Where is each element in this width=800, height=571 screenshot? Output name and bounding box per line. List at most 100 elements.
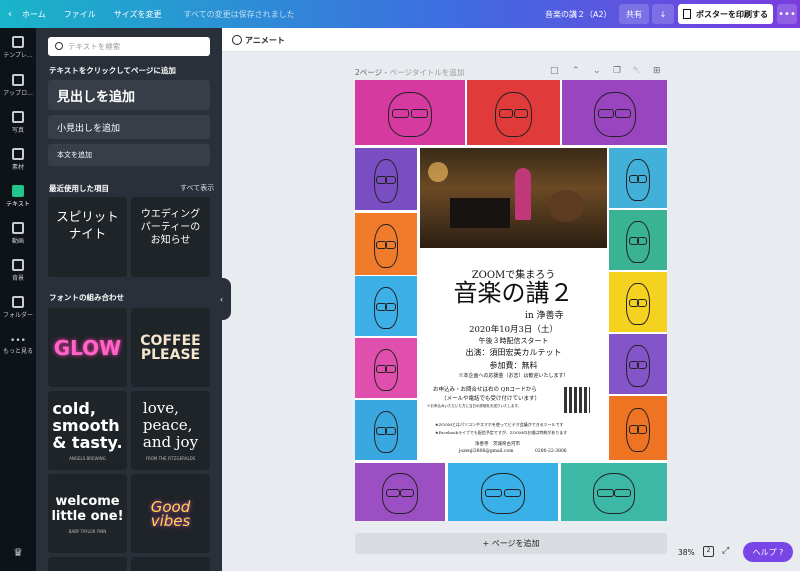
search-icon: [55, 42, 63, 50]
folder-icon: [12, 296, 24, 308]
love-text: love, peace, and joy: [142, 399, 199, 451]
chevron-left-icon[interactable]: ‹: [8, 9, 22, 20]
print-poster-button[interactable]: ポスターを印刷する: [678, 4, 773, 24]
portrait-tile: [609, 272, 667, 332]
rail-elements-label: 素材: [11, 164, 24, 171]
recent-template-1[interactable]: スピリット ナイト: [48, 197, 127, 277]
page-label[interactable]: 2ページ - ページタイトルを追加: [355, 67, 464, 78]
note-icon[interactable]: □: [550, 66, 559, 76]
recent-template-1-text: スピリット ナイト: [56, 209, 119, 241]
collapse-panel-button[interactable]: ‹: [212, 278, 231, 320]
font-combo-glow[interactable]: GLOW: [48, 308, 127, 387]
fullscreen-icon[interactable]: ⤢: [722, 546, 729, 556]
page-title-input[interactable]: ページタイトルを追加: [390, 68, 465, 77]
home-link[interactable]: ホーム: [22, 9, 46, 20]
coffee-text: COFFEE PLEASE: [140, 332, 201, 363]
crown-icon[interactable]: ♛: [0, 546, 36, 559]
rail-video[interactable]: 動画: [0, 222, 36, 245]
rail-more[interactable]: ••• もっと見る: [0, 336, 36, 355]
see-all-link[interactable]: すべて表示: [180, 183, 214, 193]
font-combo-good-vibes[interactable]: Good vibes: [131, 474, 210, 553]
portrait-face: [373, 224, 399, 268]
move-up-icon[interactable]: ⌃: [572, 66, 580, 76]
singer-figure: [515, 168, 531, 220]
portrait-face: [626, 344, 650, 387]
save-status: すべての変更は保存されました: [183, 9, 295, 19]
move-down-icon[interactable]: ⌄: [593, 66, 601, 76]
welcome-text: welcome little one!: [51, 493, 124, 524]
poster-apply-1: お申込み・お問合せは右の QRコードから: [433, 387, 537, 393]
delete-icon[interactable]: ␡: [633, 66, 640, 76]
resize-menu[interactable]: サイズを変更: [114, 9, 162, 20]
add-heading-button[interactable]: 見出しを追加: [48, 80, 210, 110]
portrait-face: [373, 410, 399, 453]
text-search-input[interactable]: テキストを検索: [48, 37, 210, 56]
portrait-tile: [355, 148, 417, 210]
poster-org: 浄善寺 茨城県古河市: [475, 442, 520, 447]
rail-bg-label: 背景: [11, 275, 24, 282]
click-to-add-title: テキストをクリックしてページに追加: [49, 66, 176, 75]
search-placeholder: テキストを検索: [68, 42, 121, 51]
poster-tel: 0280-22-3806: [535, 449, 567, 454]
poster-email: jozenji3806@gmail.com: [459, 449, 514, 454]
font-combo-more-2[interactable]: [131, 557, 210, 571]
portrait-tile: [355, 213, 417, 275]
file-menu[interactable]: ファイル: [64, 9, 96, 20]
more-button[interactable]: •••: [777, 4, 797, 24]
cold-text: cold, smooth & tasty.: [52, 399, 123, 452]
help-button[interactable]: ヘルプ ?: [743, 542, 793, 562]
font-combo-love[interactable]: love, peace, and joy FROM THE FITZGERALDS: [131, 391, 210, 470]
chevron-left-small-icon: ‹: [219, 294, 224, 304]
font-combo-welcome[interactable]: welcome little one! BABY TAYLOR FINN: [48, 474, 127, 553]
font-combo-coffee[interactable]: COFFEE PLEASE: [131, 308, 210, 387]
text-icon: [12, 185, 24, 197]
portrait-tile: [609, 148, 667, 208]
portrait-tile: [609, 396, 667, 460]
photo-icon: [12, 111, 24, 123]
canvas-toolbar: アニメート: [222, 28, 800, 52]
upload-icon: [12, 74, 24, 86]
rail-folder-label: フォルダー: [2, 312, 33, 319]
page-count-button[interactable]: 2: [703, 546, 714, 557]
duplicate-icon[interactable]: ❐: [613, 66, 621, 76]
add-body-button[interactable]: 本文を追加: [48, 144, 210, 166]
text-panel: テキストを検索 テキストをクリックしてページに追加 見出しを追加 小見出しを追加…: [36, 28, 222, 571]
poster-time: 午後３時配信スタート: [478, 337, 549, 345]
concert-photo: [420, 148, 607, 248]
top-bar: ‹ ホーム ファイル サイズを変更 すべての変更は保存されました 音楽の講２（A…: [0, 0, 800, 28]
font-combo-cold[interactable]: cold, smooth & tasty. ANGELS BREWING: [48, 391, 127, 470]
side-rail: テンプレ... アップロ... 写真 素材 テキスト 動画 背景 フォルダー •…: [0, 28, 36, 571]
rail-templates[interactable]: テンプレ...: [0, 36, 36, 59]
more-dots-icon: •••: [10, 336, 26, 346]
animate-button[interactable]: アニメート: [232, 35, 285, 46]
portrait-tile: [609, 210, 667, 270]
document-title[interactable]: 音楽の講２（A2）: [545, 9, 612, 20]
rail-folder[interactable]: フォルダー: [0, 296, 36, 319]
zoom-level[interactable]: 38%: [678, 548, 695, 557]
recent-template-2-text: ウエディング パーティーの お知らせ: [140, 209, 201, 246]
rail-uploads[interactable]: アップロ...: [0, 74, 36, 97]
poster-page[interactable]: ZOOMで集まろう 音楽の講２ in 浄善寺 2020年10月3日（土） 午後３…: [355, 80, 667, 521]
portrait-face: [592, 473, 636, 515]
rail-photos[interactable]: 写真: [0, 111, 36, 134]
font-combo-more-1[interactable]: [48, 557, 127, 571]
add-subheading-button[interactable]: 小見出しを追加: [48, 115, 210, 139]
portrait-face: [626, 220, 650, 263]
portrait-tile: [355, 338, 417, 398]
add-page-button[interactable]: + ページを追加: [355, 533, 667, 554]
rail-more-label: もっと見る: [2, 348, 33, 355]
light-spot: [428, 162, 448, 182]
poster-zoom-note-2: ★Facebookライブでも配信予定ですが、ZOOMのお描は特典があります: [435, 430, 568, 435]
rail-elements[interactable]: 素材: [0, 148, 36, 171]
cold-sub: ANGELS BREWING: [69, 456, 106, 461]
elements-icon: [12, 148, 24, 160]
share-button[interactable]: 共有: [619, 4, 649, 24]
rail-text[interactable]: テキスト: [0, 185, 36, 208]
portrait-face: [373, 286, 399, 329]
recent-template-2[interactable]: ウエディング パーティーの お知らせ: [131, 197, 210, 277]
download-button[interactable]: ↓: [652, 4, 674, 24]
rail-background[interactable]: 背景: [0, 259, 36, 282]
add-page-icon[interactable]: ⊞: [653, 66, 661, 76]
portrait-face: [373, 348, 399, 391]
welcome-sub: BABY TAYLOR FINN: [68, 528, 107, 534]
